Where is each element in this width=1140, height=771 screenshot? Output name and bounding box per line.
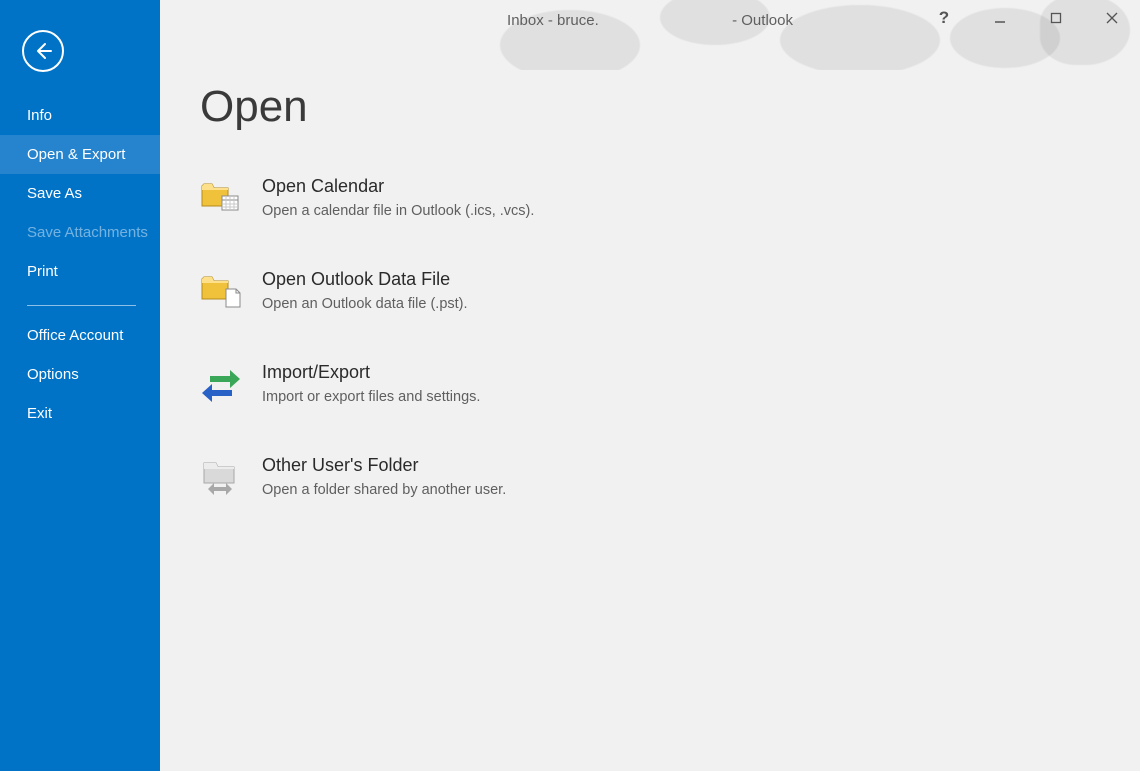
- option-desc: Open a calendar file in Outlook (.ics, .…: [262, 203, 534, 219]
- sidebar-item-save-as[interactable]: Save As: [0, 174, 160, 213]
- option-import-export[interactable]: Import/Export Import or export files and…: [200, 362, 1140, 405]
- maximize-button[interactable]: [1028, 0, 1084, 36]
- import-export-arrows-icon: [200, 362, 242, 404]
- sidebar-divider: [27, 305, 136, 306]
- sidebar-item-exit[interactable]: Exit: [0, 394, 160, 433]
- sidebar-item-print[interactable]: Print: [0, 252, 160, 291]
- help-icon: ?: [939, 8, 949, 28]
- sidebar-item-open-export[interactable]: Open & Export: [0, 135, 160, 174]
- sidebar-item-office-account[interactable]: Office Account: [0, 316, 160, 355]
- minimize-icon: [994, 12, 1006, 24]
- folder-file-icon: [200, 269, 242, 311]
- backstage-sidebar: Info Open & Export Save As Save Attachme…: [0, 0, 160, 771]
- app-root: Info Open & Export Save As Save Attachme…: [0, 0, 1140, 771]
- window-title: Inbox - bruce. - Outlook: [507, 12, 793, 29]
- option-text: Open Outlook Data File Open an Outlook d…: [262, 269, 468, 312]
- sidebar-nav: Info Open & Export Save As Save Attachme…: [0, 96, 160, 433]
- main-area: Inbox - bruce. - Outlook ?: [160, 0, 1140, 771]
- option-title: Import/Export: [262, 362, 480, 383]
- option-title: Open Calendar: [262, 176, 534, 197]
- option-desc: Import or export files and settings.: [262, 389, 480, 405]
- minimize-button[interactable]: [972, 0, 1028, 36]
- option-desc: Open a folder shared by another user.: [262, 482, 506, 498]
- option-text: Other User's Folder Open a folder shared…: [262, 455, 506, 498]
- option-other-users-folder[interactable]: Other User's Folder Open a folder shared…: [200, 455, 1140, 498]
- maximize-icon: [1050, 12, 1062, 24]
- sidebar-item-options[interactable]: Options: [0, 355, 160, 394]
- shared-folder-icon: [200, 455, 242, 497]
- option-open-calendar[interactable]: Open Calendar Open a calendar file in Ou…: [200, 176, 1140, 219]
- close-icon: [1106, 12, 1118, 24]
- back-button[interactable]: [22, 30, 64, 72]
- page-content: Open Open: [160, 40, 1140, 548]
- folder-calendar-icon: [200, 176, 242, 218]
- close-button[interactable]: [1084, 0, 1140, 36]
- option-desc: Open an Outlook data file (.pst).: [262, 296, 468, 312]
- option-title: Other User's Folder: [262, 455, 506, 476]
- titlebar-controls: ?: [916, 0, 1140, 36]
- page-title: Open: [200, 82, 1140, 132]
- sidebar-item-info[interactable]: Info: [0, 96, 160, 135]
- option-open-data-file[interactable]: Open Outlook Data File Open an Outlook d…: [200, 269, 1140, 312]
- option-text: Import/Export Import or export files and…: [262, 362, 480, 405]
- option-text: Open Calendar Open a calendar file in Ou…: [262, 176, 534, 219]
- option-title: Open Outlook Data File: [262, 269, 468, 290]
- titlebar: Inbox - bruce. - Outlook ?: [160, 0, 1140, 40]
- help-button[interactable]: ?: [916, 0, 972, 36]
- back-arrow-icon: [33, 41, 53, 61]
- sidebar-item-save-attachments: Save Attachments: [0, 213, 160, 252]
